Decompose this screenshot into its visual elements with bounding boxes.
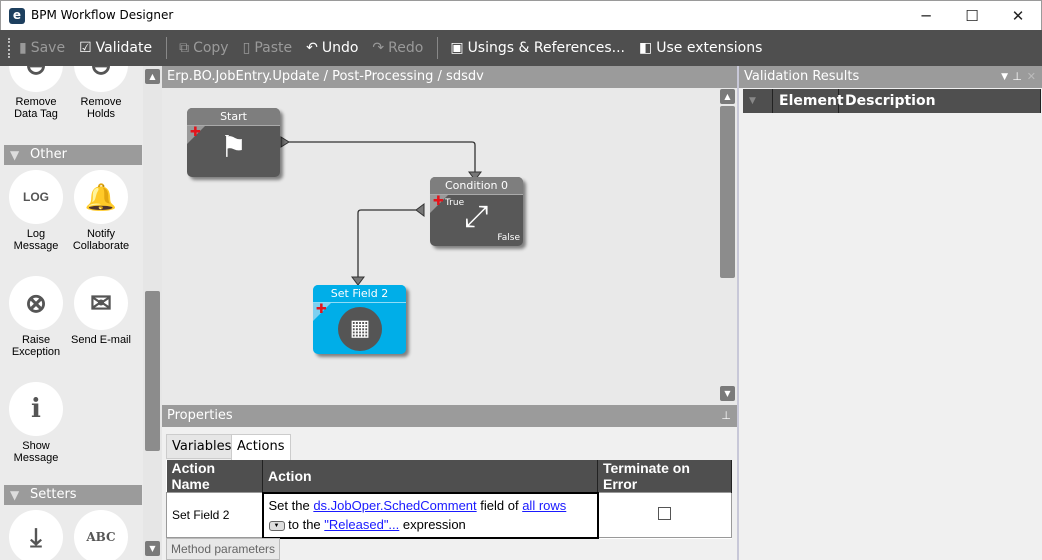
- canvas-scrollbar[interactable]: ▲ ▼: [718, 88, 737, 405]
- validate-button[interactable]: ☑ Validate: [79, 40, 152, 56]
- workflow-canvas-pane: Erp.BO.JobEntry.Update / Post-Processing…: [162, 66, 737, 405]
- breadcrumb: Erp.BO.JobEntry.Update / Post-Processing…: [162, 66, 737, 88]
- palette-item-remove-holds[interactable]: ⊖Remove Holds: [71, 66, 131, 120]
- envelope-icon: ✉: [74, 276, 128, 330]
- add-icon[interactable]: ✚: [316, 302, 327, 317]
- palette-item-show-message[interactable]: i Show Message: [6, 382, 66, 464]
- scroll-up-button[interactable]: ▲: [720, 89, 735, 104]
- palette-item-raise-exception[interactable]: ⊗ Raise Exception: [6, 276, 66, 358]
- scroll-thumb[interactable]: [145, 291, 160, 451]
- palette-item-set-field[interactable]: ⤓: [6, 510, 66, 560]
- calendar-icon: ▦: [338, 307, 382, 351]
- field-link[interactable]: ds.JobOper.SchedComment: [313, 498, 476, 513]
- rows-link[interactable]: all rows: [522, 498, 566, 513]
- palette-scrollbar[interactable]: ▲ ▼: [143, 66, 162, 560]
- connector-start-condition: [289, 141, 476, 172]
- redo-button[interactable]: ↷ Redo: [372, 40, 423, 56]
- filter-icon[interactable]: ▼: [743, 89, 773, 113]
- undo-icon: ↶: [306, 40, 318, 56]
- exception-icon: ⊗: [9, 276, 63, 330]
- pin-icon[interactable]: ⊥: [721, 405, 731, 427]
- scroll-down-button[interactable]: ▼: [145, 541, 160, 556]
- save-button[interactable]: ▮ Save: [19, 40, 65, 56]
- copy-icon: ⧉: [179, 40, 190, 56]
- save-icon: ▮: [19, 40, 27, 56]
- checkbox-icon: ☑: [79, 40, 92, 56]
- column-description[interactable]: Description: [839, 89, 1041, 113]
- scroll-down-button[interactable]: ▼: [720, 386, 735, 401]
- extensions-icon: ◧: [639, 40, 653, 56]
- dropdown-icon[interactable]: ▼: [268, 520, 285, 531]
- connector-condition-setfield: [357, 209, 416, 278]
- action-cell: Set the ds.JobOper.SchedComment field of…: [261, 491, 599, 539]
- workflow-canvas[interactable]: Start ✚ ⚑ Condition 0 ✚ True ⤢ False Set…: [162, 88, 718, 405]
- tab-actions[interactable]: Actions: [231, 434, 291, 460]
- false-port-label: False: [497, 233, 520, 243]
- port-arrow: [280, 136, 290, 148]
- tab-variables[interactable]: Variables: [166, 434, 238, 459]
- window-title: BPM Workflow Designer: [31, 8, 174, 22]
- split-arrows-icon: ⤢: [464, 199, 489, 234]
- abc-icon: ABC: [74, 510, 128, 560]
- palette-item-remove-data-tag[interactable]: ⊖Remove Data Tag: [6, 66, 66, 120]
- palette-item-notify-collaborate[interactable]: 🔔 Notify Collaborate: [71, 170, 131, 252]
- terminate-cell: [597, 492, 732, 538]
- toolbar: ▮ Save ☑ Validate ⧉ Copy ▯ Paste ↶ Undo ↷ Redo…: [0, 30, 1042, 66]
- usings-references-button[interactable]: ▣ Usings & References...: [450, 40, 625, 56]
- actions-table: Action Name Action Terminate on Error Set …: [166, 460, 732, 539]
- expression-link[interactable]: "Released"...: [324, 517, 399, 532]
- flag-icon: ⚑: [220, 130, 247, 165]
- chevron-down-icon: ▼: [10, 148, 20, 162]
- group-setters[interactable]: ▼ Setters: [4, 485, 142, 505]
- close-button[interactable]: ✕: [995, 1, 1041, 31]
- log-icon: LOG: [9, 170, 63, 224]
- pin-icon[interactable]: ⊥: [1012, 66, 1022, 88]
- copy-button[interactable]: ⧉ Copy: [179, 40, 229, 56]
- info-icon: i: [9, 382, 63, 436]
- divider: [166, 37, 168, 59]
- node-set-field[interactable]: Set Field 2 ✚ ▦: [313, 285, 406, 354]
- port-arrow: [415, 203, 425, 217]
- palette-item-send-email[interactable]: ✉ Send E-mail: [71, 276, 131, 346]
- undo-button[interactable]: ↶ Undo: [306, 40, 358, 56]
- port-arrow: [351, 276, 365, 286]
- validation-table-header: ▼ Element Description: [743, 89, 1041, 113]
- palette-item-log-message[interactable]: LOG Log Message: [6, 170, 66, 252]
- use-extensions-button[interactable]: ◧ Use extensions: [639, 40, 762, 56]
- references-icon: ▣: [450, 40, 464, 56]
- column-element[interactable]: Element: [773, 89, 844, 113]
- close-icon[interactable]: ✕: [1027, 66, 1036, 88]
- table-row[interactable]: Set Field 2 Set the ds.JobOper.SchedComm…: [166, 491, 732, 539]
- paste-icon: ▯: [242, 40, 251, 56]
- chevron-down-icon: ▼: [10, 488, 20, 502]
- scroll-thumb[interactable]: [720, 106, 735, 278]
- properties-header: Properties ⊥: [162, 405, 737, 427]
- terminate-on-error-checkbox[interactable]: [658, 507, 672, 520]
- activity-palette: ⊖Remove Data Tag ⊖Remove Holds ▼Other LO…: [0, 66, 143, 560]
- maximize-button[interactable]: ☐: [949, 1, 995, 31]
- action-name-cell: Set Field 2: [166, 492, 263, 538]
- validation-results-panel: Validation Results ▼ ⊥ ✕ ▼ Element Descr…: [737, 66, 1042, 560]
- redo-icon: ↷: [372, 40, 385, 56]
- palette-item-set-text[interactable]: ABC: [71, 510, 131, 560]
- minimize-button[interactable]: ─: [903, 1, 949, 31]
- group-other[interactable]: ▼ Other: [4, 145, 142, 165]
- scroll-up-button[interactable]: ▲: [145, 69, 160, 84]
- dropdown-icon[interactable]: ▼: [1001, 66, 1008, 88]
- node-start[interactable]: Start ✚ ⚑: [187, 108, 280, 177]
- method-parameters-tab[interactable]: Method parameters: [166, 538, 281, 560]
- validation-header: Validation Results ▼ ⊥ ✕: [739, 66, 1042, 88]
- set-field-icon: ⤓: [9, 510, 63, 560]
- node-condition[interactable]: Condition 0 ✚ True ⤢ False: [430, 177, 523, 246]
- properties-panel: Properties ⊥ Variables Actions Action Nam…: [162, 405, 737, 560]
- app-logo-icon: e: [9, 8, 25, 24]
- title-bar: e BPM Workflow Designer ─ ☐ ✕: [0, 0, 1042, 30]
- toolbar-grip[interactable]: [8, 38, 11, 58]
- divider: [437, 37, 439, 59]
- remove-tag-icon: ⊖: [9, 66, 63, 92]
- paste-button[interactable]: ▯ Paste: [243, 40, 293, 56]
- bell-icon: 🔔: [74, 170, 128, 224]
- remove-holds-icon: ⊖: [74, 66, 128, 92]
